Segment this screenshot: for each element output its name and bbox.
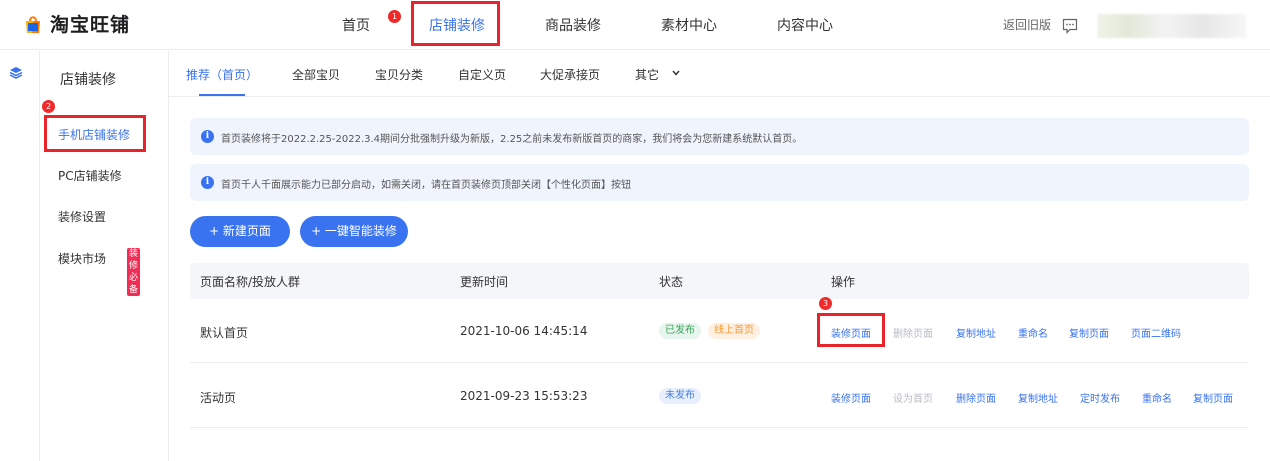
side-menu: 店铺装修 2 手机店铺装修 PC店铺装修 装修设置 模块市场 装修必备 <box>40 51 169 461</box>
smart-decorate-button[interactable]: + 一键智能装修 <box>300 216 408 247</box>
topnav-product-decoration[interactable]: 商品装修 <box>545 15 601 35</box>
update-time: 2021-10-06 14:45:14 <box>460 324 588 338</box>
status-badge-unpublished: 未发布 <box>659 388 701 404</box>
table-row: 默认首页 2021-10-06 14:45:14 已发布 线上首页 3 装修页面… <box>190 297 1249 363</box>
side-item-pc-shop-decoration[interactable]: PC店铺装修 <box>58 167 122 184</box>
icon-rail <box>0 51 40 461</box>
status-badge-online-home: 线上首页 <box>708 323 760 339</box>
tab-custom-pages[interactable]: 自定义页 <box>458 66 506 83</box>
tab-item-categories[interactable]: 宝贝分类 <box>375 66 423 83</box>
info-icon: i <box>201 176 214 189</box>
step-marker-1: 1 <box>388 10 401 23</box>
recommended-badge: 装修必备 <box>127 248 141 296</box>
message-icon[interactable] <box>1062 18 1078 34</box>
chevron-down-icon[interactable] <box>672 70 680 76</box>
shop-bag-icon <box>26 15 40 33</box>
return-old-version-link[interactable]: 返回旧版 <box>1003 16 1051 33</box>
column-header-actions: 操作 <box>831 275 856 289</box>
topnav-content-center[interactable]: 内容中心 <box>777 15 833 35</box>
page-name: 默认首页 <box>200 326 249 340</box>
step-marker-3: 3 <box>819 297 832 310</box>
schedule-publish-link[interactable]: 定时发布 <box>1080 390 1120 405</box>
page-type-tabs: 推荐（首页） 全部宝贝 宝贝分类 自定义页 大促承接页 其它 <box>169 51 1270 97</box>
step-marker-2: 2 <box>42 100 55 113</box>
tab-promotion-pages[interactable]: 大促承接页 <box>540 66 600 83</box>
delete-page-link[interactable]: 删除页面 <box>956 390 996 405</box>
table-header: 页面名称/投放人群 更新时间 状态 操作 <box>190 263 1249 299</box>
copy-address-link[interactable]: 复制地址 <box>1018 390 1058 405</box>
notice-banner-upgrade: i 首页装修将于2022.2.25-2022.3.4期间分批强制升级为新版，2.… <box>190 118 1249 155</box>
page-name: 活动页 <box>200 391 237 405</box>
copy-page-link[interactable]: 复制页面 <box>1069 325 1109 340</box>
column-header-status: 状态 <box>659 275 684 289</box>
tab-all-items[interactable]: 全部宝贝 <box>292 66 340 83</box>
table-row: 活动页 2021-09-23 15:53:23 未发布 装修页面 设为首页 删除… <box>190 364 1249 428</box>
notice-banner-personalization: i 首页千人千面展示能力已部分启动，如需关闭，请在首页装修页顶部关闭【个性化页面… <box>190 164 1249 201</box>
new-page-button[interactable]: + 新建页面 <box>190 216 290 247</box>
status-badge-published: 已发布 <box>659 323 701 339</box>
topnav-material-center[interactable]: 素材中心 <box>661 15 717 35</box>
update-time: 2021-09-23 15:53:23 <box>460 389 588 403</box>
side-item-module-market[interactable]: 模块市场 装修必备 <box>58 248 141 296</box>
notice-text-upgrade: 首页装修将于2022.2.25-2022.3.4期间分批强制升级为新版，2.25… <box>221 134 803 145</box>
brand-logo[interactable]: 淘宝旺铺 <box>22 10 130 37</box>
side-item-module-market-label: 模块市场 <box>58 252 107 266</box>
page-qrcode-link[interactable]: 页面二维码 <box>1131 325 1181 340</box>
info-icon: i <box>201 130 214 143</box>
rename-link[interactable]: 重命名 <box>1018 325 1048 340</box>
rename-link[interactable]: 重命名 <box>1142 390 1172 405</box>
column-header-page-name: 页面名称/投放人群 <box>200 275 301 289</box>
side-menu-title: 店铺装修 <box>60 72 116 88</box>
active-tab-indicator <box>199 94 245 96</box>
top-header: 淘宝旺铺 首页 1 店铺装修 商品装修 素材中心 内容中心 返回旧版 <box>0 0 1270 50</box>
topnav-home[interactable]: 首页 <box>342 15 370 35</box>
delete-page-link[interactable]: 删除页面 <box>893 325 933 340</box>
tab-recommended-home[interactable]: 推荐（首页） <box>186 66 258 83</box>
highlight-box-mobile-shop <box>44 115 146 152</box>
highlight-box-decorate-page <box>817 313 885 347</box>
copy-address-link[interactable]: 复制地址 <box>956 325 996 340</box>
brand-name: 淘宝旺铺 <box>50 14 131 36</box>
tab-others[interactable]: 其它 <box>635 66 659 83</box>
side-item-decoration-settings[interactable]: 装修设置 <box>58 208 106 225</box>
notice-text-personalization: 首页千人千面展示能力已部分启动，如需关闭，请在首页装修页顶部关闭【个性化页面】按… <box>221 180 631 191</box>
decorate-page-link[interactable]: 装修页面 <box>831 390 871 405</box>
highlight-box-shop-decoration <box>411 1 500 46</box>
set-as-home-link[interactable]: 设为首页 <box>893 390 933 405</box>
layers-icon[interactable] <box>8 65 24 81</box>
copy-page-link[interactable]: 复制页面 <box>1193 390 1233 405</box>
column-header-update-time: 更新时间 <box>460 275 509 289</box>
user-account-area[interactable] <box>1098 14 1246 38</box>
